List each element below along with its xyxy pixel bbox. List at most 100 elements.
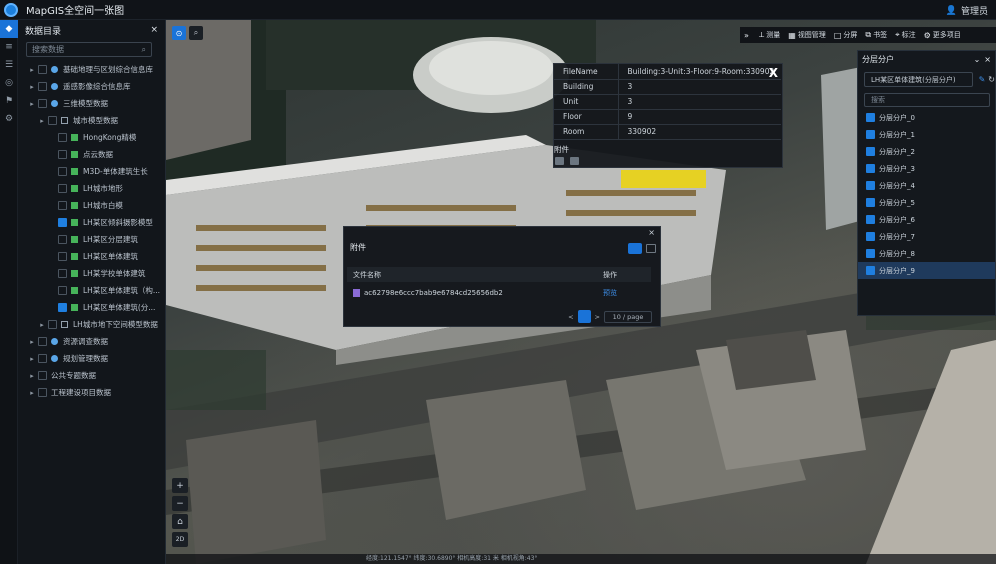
tree-checkbox[interactable] <box>58 303 67 312</box>
tree-item[interactable]: LH某区分层建筑 <box>18 231 165 248</box>
toolbar-item[interactable]: ⚙ 更多项目 <box>920 27 965 43</box>
household-item[interactable]: 分层分户_3 <box>858 160 995 177</box>
tree-checkbox[interactable] <box>38 99 47 108</box>
tree-checkbox[interactable] <box>38 65 47 74</box>
toolbar-item[interactable]: ⧉ 书签 <box>861 27 891 43</box>
tree-item[interactable]: ▸ 城市模型数据 <box>18 112 165 129</box>
next-page-button[interactable]: > <box>595 313 600 321</box>
household-checkbox[interactable] <box>866 113 875 122</box>
home-button[interactable]: ⌂ <box>172 514 188 529</box>
zoom-in-button[interactable]: + <box>172 478 188 493</box>
household-item[interactable]: 分层分户_0 <box>858 109 995 126</box>
tree-item[interactable]: ▸ 资源调查数据 <box>18 333 165 350</box>
household-checkbox[interactable] <box>866 266 875 275</box>
refresh-icon[interactable]: ↻ <box>988 75 995 84</box>
list-icon[interactable]: ☰ <box>0 56 18 74</box>
tree-item[interactable]: 点云数据 <box>18 146 165 163</box>
expand-arrow-icon[interactable]: ▸ <box>38 117 46 125</box>
tree-checkbox[interactable] <box>58 201 67 210</box>
page-size-select[interactable]: 10 / page <box>604 310 652 323</box>
current-page-button[interactable] <box>577 310 591 323</box>
toolbar-item[interactable]: ▦ 视图管理 <box>784 27 830 43</box>
tree-item[interactable]: LH某区单体建筑 <box>18 248 165 265</box>
household-item[interactable]: 分层分户_6 <box>858 211 995 228</box>
tree-item[interactable]: ▸ LH城市地下空间模型数据 <box>18 316 165 333</box>
tree-item[interactable]: M3D-单体建筑生长 <box>18 163 165 180</box>
expand-arrow-icon[interactable]: ▸ <box>28 100 36 108</box>
tree-item[interactable]: LH某区单体建筑(分... <box>18 299 165 316</box>
expand-arrow-icon[interactable]: ▸ <box>28 66 36 74</box>
household-checkbox[interactable] <box>866 147 875 156</box>
tree-checkbox[interactable] <box>58 133 67 142</box>
tree-checkbox[interactable] <box>38 337 47 346</box>
household-checkbox[interactable] <box>866 232 875 241</box>
expand-arrow-icon[interactable]: ▸ <box>28 372 36 380</box>
household-checkbox[interactable] <box>866 181 875 190</box>
tree-checkbox[interactable] <box>58 167 67 176</box>
globe-icon[interactable]: ◎ <box>0 74 18 92</box>
tree-item[interactable]: LH某学校单体建筑 <box>18 265 165 282</box>
dialog-close-button[interactable]: × <box>648 228 655 237</box>
database-icon[interactable]: ≡ <box>0 38 18 56</box>
download-icon[interactable] <box>646 244 656 253</box>
tree-item[interactable]: ▸ 基础地理与区划综合信息库 <box>18 61 165 78</box>
household-item[interactable]: 分层分户_7 <box>858 228 995 245</box>
tree-item[interactable]: LH城市白模 <box>18 197 165 214</box>
chevron-down-icon[interactable]: ⌄ <box>974 55 981 64</box>
catalog-search-input[interactable]: 搜索数据 ⌕ <box>26 42 152 57</box>
household-item[interactable]: 分层分户_9 <box>858 262 995 279</box>
household-checkbox[interactable] <box>866 215 875 224</box>
tree-checkbox[interactable] <box>38 388 47 397</box>
household-checkbox[interactable] <box>866 198 875 207</box>
close-icon[interactable]: × <box>150 25 158 35</box>
tree-item[interactable]: HongKong精模 <box>18 129 165 146</box>
close-icon[interactable]: × <box>984 55 991 64</box>
view-mode-button[interactable]: 2D <box>172 532 188 547</box>
toolbar-item[interactable]: » <box>740 27 755 43</box>
household-item[interactable]: 分层分户_8 <box>858 245 995 262</box>
upload-button[interactable] <box>628 243 642 254</box>
tree-item[interactable]: LH某区单体建筑（构... <box>18 282 165 299</box>
household-checkbox[interactable] <box>866 130 875 139</box>
household-item[interactable]: 分层分户_4 <box>858 177 995 194</box>
toolbar-item[interactable]: ⌖ 标注 <box>891 27 920 43</box>
folder-icon[interactable] <box>570 157 579 165</box>
zoom-search-icon[interactable]: ⌕ <box>189 26 203 40</box>
expand-arrow-icon[interactable]: ▸ <box>28 355 36 363</box>
tree-item[interactable]: ▸ 规划管理数据 <box>18 350 165 367</box>
tree-item[interactable]: ▸ 遥感影像综合信息库 <box>18 78 165 95</box>
toolbar-item[interactable]: □ 分屏 <box>830 27 862 43</box>
pick-icon[interactable]: ✎ <box>979 75 986 84</box>
prev-page-button[interactable]: < <box>568 313 573 321</box>
tools-icon[interactable]: ⚙ <box>0 110 18 128</box>
tree-checkbox[interactable] <box>58 184 67 193</box>
tree-item[interactable]: ▸ 工程建设项目数据 <box>18 384 165 401</box>
expand-arrow-icon[interactable]: ▸ <box>28 83 36 91</box>
household-item[interactable]: 分层分户_1 <box>858 126 995 143</box>
tree-checkbox[interactable] <box>58 252 67 261</box>
tree-checkbox[interactable] <box>58 286 67 295</box>
tree-item[interactable]: LH城市地形 <box>18 180 165 197</box>
table-row[interactable]: ac62798e6ccc7bab9e6784cd25656db2 预览 <box>347 282 651 304</box>
tree-item[interactable]: LH某区倾斜摄影模型 <box>18 214 165 231</box>
user-menu[interactable]: 👤 管理员 <box>946 4 988 18</box>
preview-link[interactable]: 预览 <box>603 288 617 298</box>
household-item[interactable]: 分层分户_2 <box>858 143 995 160</box>
tree-checkbox[interactable] <box>58 235 67 244</box>
layer-select[interactable]: LH某区单体建筑(分层分户) <box>864 72 973 87</box>
tree-checkbox[interactable] <box>58 150 67 159</box>
tree-checkbox[interactable] <box>58 218 67 227</box>
household-search-input[interactable]: 搜索 <box>864 93 990 107</box>
search-icon[interactable]: ⌕ <box>142 45 146 55</box>
tree-checkbox[interactable] <box>38 354 47 363</box>
expand-arrow-icon[interactable]: ▸ <box>38 321 46 329</box>
popup-close-button[interactable]: X <box>769 66 778 80</box>
image-icon[interactable] <box>555 157 564 165</box>
toolbar-item[interactable]: ⟂ 测量 <box>755 27 784 43</box>
tree-item[interactable]: ▸ 公共专题数据 <box>18 367 165 384</box>
tree-checkbox[interactable] <box>48 116 57 125</box>
tree-checkbox[interactable] <box>38 82 47 91</box>
expand-arrow-icon[interactable]: ▸ <box>28 338 36 346</box>
zoom-out-button[interactable]: − <box>172 496 188 511</box>
household-checkbox[interactable] <box>866 249 875 258</box>
